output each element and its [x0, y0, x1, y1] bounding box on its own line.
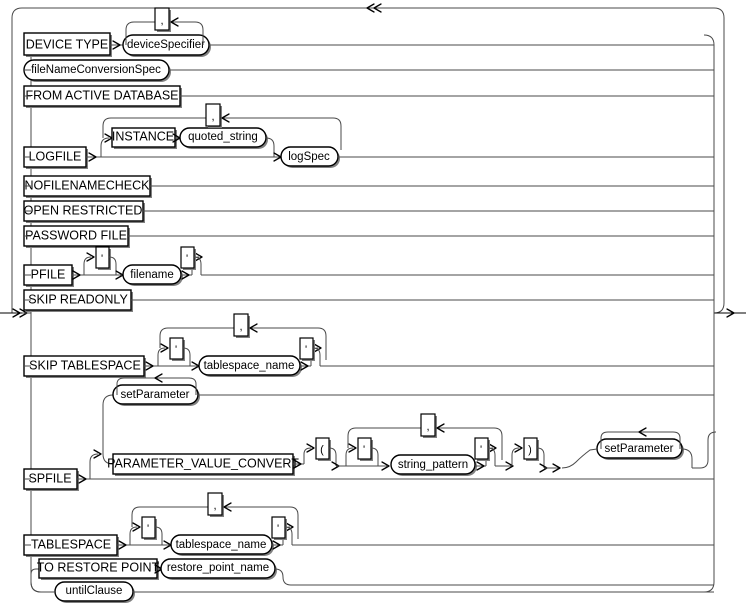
left-branch-rail	[22, 34, 42, 593]
to-restore-point-label: TO RESTORE POINT	[37, 560, 160, 574]
tablespace-name-label-skip: tablespace_name	[204, 360, 295, 372]
filename-conversion-spec-label: fileNameConversionSpec	[31, 64, 161, 76]
logfile-label: LOGFILE	[29, 149, 82, 163]
spfile-label: SPFILE	[28, 471, 71, 485]
railroad-diagram-canvas: DEVICE TYPE deviceSpecifier , fileNameCo…	[0, 0, 746, 607]
nofilenamecheck-label: NOFILENAMECHECK	[24, 178, 150, 192]
tablespace-label: TABLESPACE	[31, 537, 111, 551]
device-type-label: DEVICE TYPE	[26, 37, 108, 51]
branch-filename-conversion-spec[interactable]: fileNameConversionSpec	[23, 59, 714, 82]
tablespace-name-label: tablespace_name	[176, 539, 267, 551]
railroad-diagram-svg: DEVICE TYPE deviceSpecifier , fileNameCo…	[0, 3, 746, 603]
spfile-setparameter-option[interactable]: setParameter	[112, 373, 714, 406]
device-specifier-label: deviceSpecifier	[127, 39, 205, 51]
branch-open-restricted[interactable]: OPEN RESTRICTED	[23, 200, 714, 223]
branch-spfile[interactable]: SPFILE setParameter PARAMETER_VALUE_CONV…	[23, 373, 717, 491]
branch-skip-readonly[interactable]: SKIP READONLY	[23, 289, 714, 312]
branch-logfile[interactable]: LOGFILE INSTANCE quoted_string logSpec ,	[23, 103, 714, 169]
comma-separator-string-pattern: ,	[426, 421, 429, 433]
branch-pfile[interactable]: PFILE ' filename '	[23, 246, 714, 287]
branch-tablespace[interactable]: TABLESPACE ' tablespace_name ' ,	[23, 492, 714, 557]
open-quote-skip-tablespace: '	[175, 344, 177, 356]
branch-device-type[interactable]: DEVICE TYPE deviceSpecifier ,	[23, 7, 714, 57]
pfile-label: PFILE	[31, 267, 66, 281]
open-restricted-label: OPEN RESTRICTED	[24, 203, 143, 217]
rparen-pvc: )	[528, 444, 532, 456]
parameter-value-convert-label: PARAMETER_VALUE_CONVERT	[107, 456, 299, 470]
close-quote-pfile: '	[186, 253, 188, 265]
skip-readonly-label: SKIP READONLY	[28, 292, 128, 306]
open-quote-pfile: '	[101, 253, 103, 265]
logspec-label: logSpec	[288, 151, 330, 163]
skip-tablespace-label: SKIP TABLESPACE	[29, 358, 141, 372]
branch-password-file[interactable]: PASSWORD FILE	[23, 225, 714, 248]
comma-separator-logfile: ,	[211, 111, 214, 123]
filename-label: filename	[130, 269, 173, 281]
close-quote-string-pattern: '	[480, 444, 482, 456]
right-merge-rail	[703, 34, 715, 593]
lparen-pvc: (	[320, 444, 324, 456]
open-quote-string-pattern: '	[363, 444, 365, 456]
comma-separator-tablespace: ,	[213, 500, 216, 512]
close-quote-tablespace: '	[277, 523, 279, 535]
comma-separator-device: ,	[160, 15, 163, 27]
from-active-database-label: FROM ACTIVE DATABASE	[25, 88, 178, 102]
branch-nofilenamecheck[interactable]: NOFILENAMECHECK	[23, 175, 714, 198]
restore-point-name-label: restore_point_name	[167, 562, 269, 574]
spfile-parameter-value-convert-option[interactable]: PARAMETER_VALUE_CONVERT ( ' string_patte…	[107, 413, 717, 479]
comma-separator-skip-tablespace: ,	[239, 321, 242, 333]
password-file-label: PASSWORD FILE	[25, 228, 127, 242]
open-quote-tablespace: '	[147, 523, 149, 535]
close-quote-skip-tablespace: '	[305, 344, 307, 356]
branch-from-active-database[interactable]: FROM ACTIVE DATABASE	[23, 85, 714, 108]
string-pattern-label: string_pattern	[398, 459, 468, 471]
until-clause-label: untilClause	[66, 585, 123, 597]
outer-loopback-rail	[11, 3, 725, 314]
instance-label: INSTANCE	[112, 129, 174, 143]
branch-to-restore-point[interactable]: TO RESTORE POINT restore_point_name	[30, 558, 714, 586]
set-parameter-label-b: setParameter	[604, 443, 673, 455]
branch-skip-tablespace[interactable]: SKIP TABLESPACE ' tablespace_name ' ,	[23, 313, 714, 378]
quoted-string-label: quoted_string	[188, 131, 258, 143]
exit-point	[714, 308, 746, 318]
set-parameter-label-a: setParameter	[120, 389, 189, 401]
